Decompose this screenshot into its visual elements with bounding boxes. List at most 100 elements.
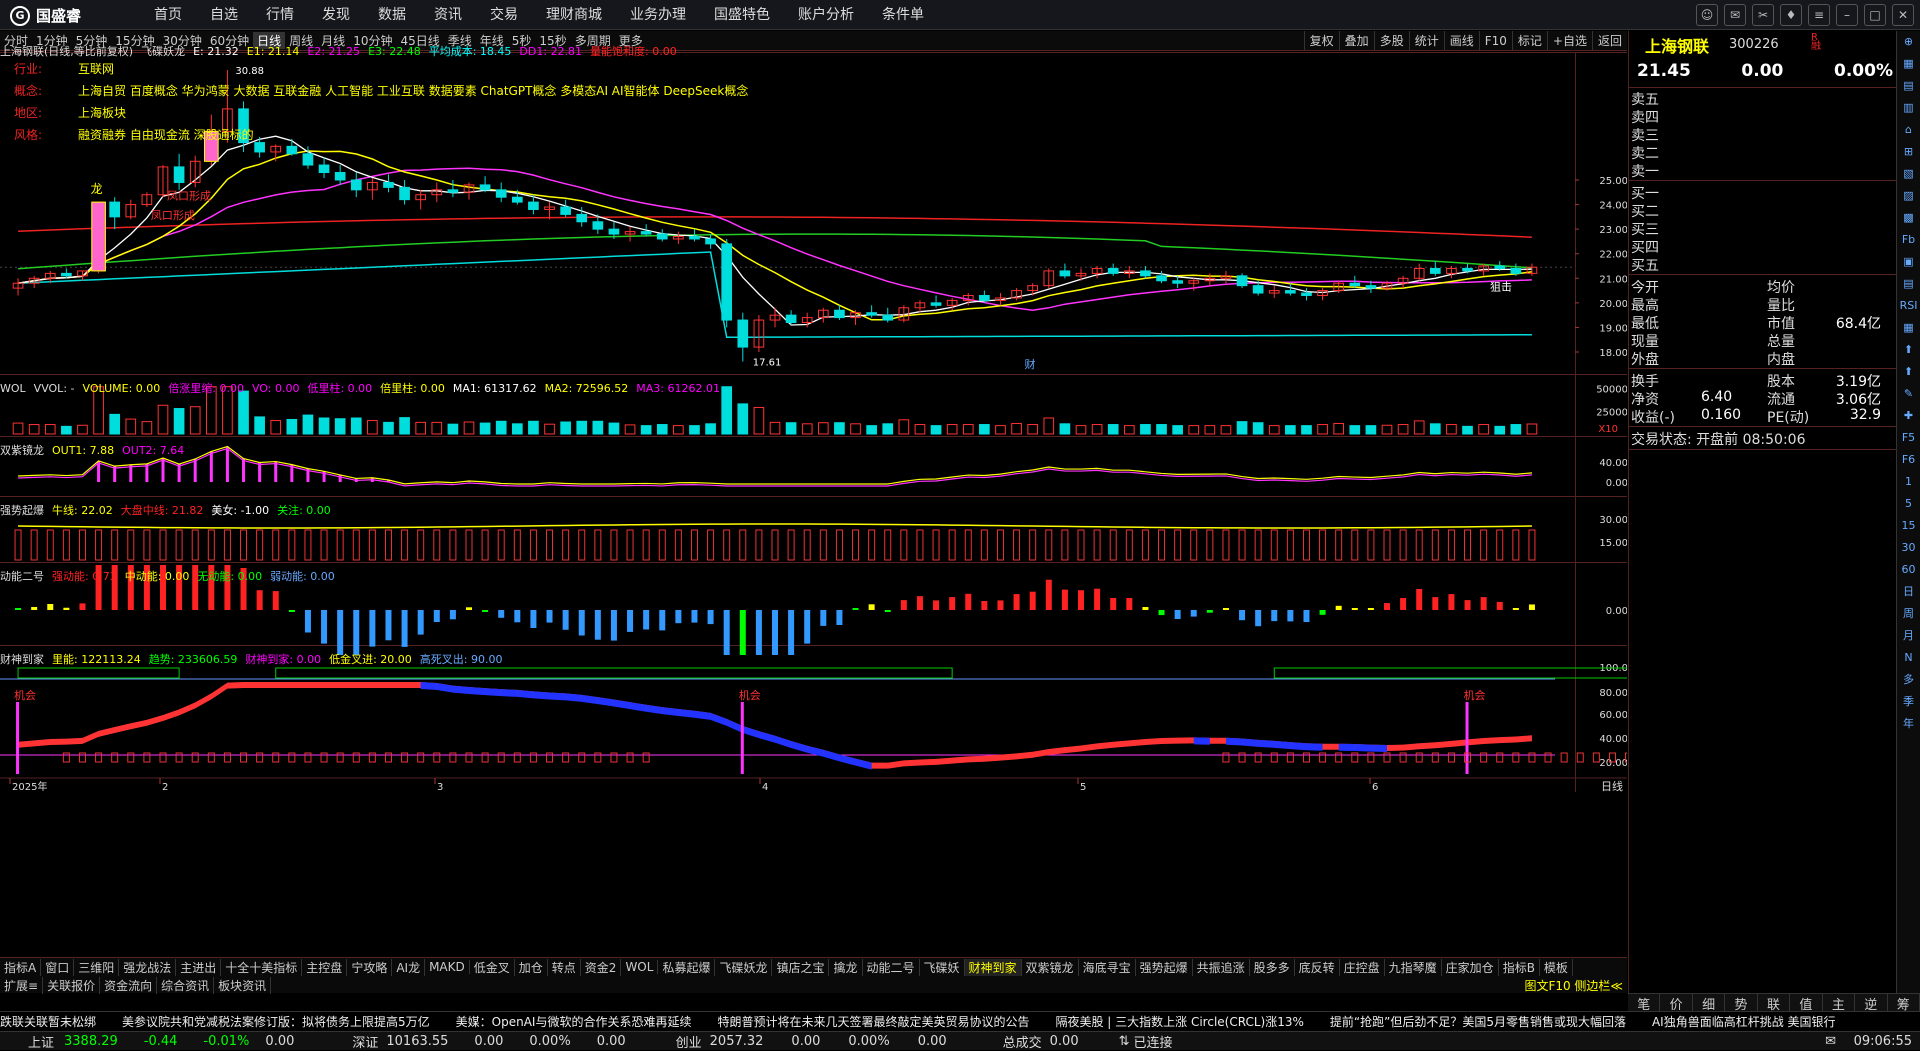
- quote-tab[interactable]: 势: [1725, 994, 1757, 1011]
- indicator-tab[interactable]: WOL: [621, 960, 658, 974]
- side-tool-icon[interactable]: ▤: [1897, 273, 1920, 295]
- indicator-tab[interactable]: 主控盘: [302, 959, 347, 976]
- indicator-tab[interactable]: 私募起爆: [658, 959, 715, 976]
- menu-icon[interactable]: ≡: [1808, 4, 1830, 26]
- side-tool-icon[interactable]: 季: [1897, 691, 1920, 713]
- info-tab[interactable]: 关联报价: [43, 977, 100, 994]
- side-tool-icon[interactable]: ⬆: [1897, 339, 1920, 361]
- maximize-icon[interactable]: □: [1864, 4, 1886, 26]
- buy-level[interactable]: 买一: [1631, 183, 1881, 201]
- side-tool-icon[interactable]: ⬆: [1897, 361, 1920, 383]
- menu-item[interactable]: 交易: [476, 0, 532, 30]
- news-item[interactable]: 提前“抢跑”但后劲不足？美国5月零售销售或现大幅回落: [1330, 1012, 1626, 1031]
- indicator-tab[interactable]: 九指琴魔: [1385, 959, 1442, 976]
- indicator-tab[interactable]: 底反转: [1295, 959, 1340, 976]
- indicator-tab[interactable]: 强势起爆: [1136, 959, 1193, 976]
- menu-item[interactable]: 国盛特色: [700, 0, 784, 30]
- side-tool-icon[interactable]: ▣: [1897, 251, 1920, 273]
- side-tool-icon[interactable]: ▤: [1897, 75, 1920, 97]
- indicator-tab[interactable]: 低金叉: [470, 959, 515, 976]
- menu-item[interactable]: 条件单: [868, 0, 938, 30]
- indicator-tab[interactable]: 模板: [1540, 959, 1573, 976]
- side-tool-icon[interactable]: Fb: [1897, 229, 1920, 251]
- sh-index-label[interactable]: 上证: [28, 1032, 54, 1051]
- ind3-name[interactable]: 动能二号: [0, 568, 44, 584]
- quote-tab[interactable]: 笔: [1628, 994, 1660, 1011]
- quote-tab[interactable]: 筹: [1888, 994, 1920, 1011]
- quote-tab[interactable]: 价: [1660, 994, 1692, 1011]
- quote-tab[interactable]: 主: [1823, 994, 1855, 1011]
- chart-area[interactable]: 25.0024.0023.0022.0021.0020.0019.0018.00…: [0, 52, 1627, 957]
- indicator-tab[interactable]: 转点: [548, 959, 581, 976]
- quote-tab[interactable]: 细: [1693, 994, 1725, 1011]
- side-tool-icon[interactable]: 5: [1897, 493, 1920, 515]
- indicator-tab[interactable]: 十全十美指标: [221, 959, 302, 976]
- menu-item[interactable]: 账户分析: [784, 0, 868, 30]
- info-tab[interactable]: 扩展≡: [0, 977, 43, 994]
- info-tab[interactable]: 板块资讯: [214, 977, 271, 994]
- indicator-tab[interactable]: 资金2: [581, 959, 622, 976]
- minimize-icon[interactable]: –: [1836, 4, 1858, 26]
- indicator-tab[interactable]: 指标B: [1499, 959, 1540, 976]
- sz-index-label[interactable]: 深证: [352, 1032, 378, 1051]
- sell-level[interactable]: 卖一: [1631, 161, 1881, 179]
- chart-tool-button[interactable]: 返回: [1592, 31, 1627, 51]
- ind4-name[interactable]: 财神到家: [0, 651, 44, 667]
- chart-tool-button[interactable]: F10: [1479, 31, 1512, 51]
- chart-tool-button[interactable]: 统计: [1409, 31, 1444, 51]
- buy-level[interactable]: 买三: [1631, 219, 1881, 237]
- buy-level[interactable]: 买五: [1631, 255, 1881, 273]
- mail-icon[interactable]: ✉: [1724, 4, 1746, 26]
- side-tool-icon[interactable]: ▦: [1897, 317, 1920, 339]
- f10-sidebar-toggle[interactable]: 图文F10 侧边栏≪: [1520, 977, 1627, 994]
- indicator-name[interactable]: 飞碟妖龙: [141, 43, 185, 59]
- side-tool-icon[interactable]: 1: [1897, 471, 1920, 493]
- side-tool-icon[interactable]: ✎: [1897, 383, 1920, 405]
- news-item[interactable]: AI独角兽面临高杠杆挑战 美国银行: [1652, 1012, 1836, 1031]
- side-tool-icon[interactable]: ▦: [1897, 53, 1920, 75]
- chat-icon[interactable]: ☺: [1696, 4, 1718, 26]
- chart-tool-button[interactable]: 复权: [1304, 31, 1339, 51]
- side-tool-icon[interactable]: F6: [1897, 449, 1920, 471]
- side-tool-icon[interactable]: 月: [1897, 625, 1920, 647]
- buy-level[interactable]: 买四: [1631, 237, 1881, 255]
- menu-item[interactable]: 数据: [364, 0, 420, 30]
- side-tool-icon[interactable]: ▥: [1897, 97, 1920, 119]
- buy-level[interactable]: 买二: [1631, 201, 1881, 219]
- volume-name[interactable]: WOL: [0, 382, 26, 395]
- news-item[interactable]: 跌联关联暂未松绑: [0, 1012, 96, 1031]
- ind1-name[interactable]: 双紫镜龙: [0, 442, 44, 458]
- chart-tool-button[interactable]: 画线: [1444, 31, 1479, 51]
- menu-item[interactable]: 自选: [196, 0, 252, 30]
- indicator-tab[interactable]: 指标A: [0, 959, 41, 976]
- message-icon[interactable]: ✉: [1825, 1034, 1836, 1049]
- side-tool-icon[interactable]: ⌂: [1897, 119, 1920, 141]
- indicator-tab[interactable]: 主进出: [176, 959, 221, 976]
- side-tool-icon[interactable]: N: [1897, 647, 1920, 669]
- chart-tool-button[interactable]: +自选: [1547, 31, 1592, 51]
- quote-tab[interactable]: 值: [1790, 994, 1822, 1011]
- quote-tab[interactable]: 逆: [1855, 994, 1887, 1011]
- side-tool-icon[interactable]: ⊕: [1897, 31, 1920, 53]
- sell-level[interactable]: 卖五: [1631, 89, 1881, 107]
- skin-icon[interactable]: ♦: [1780, 4, 1802, 26]
- menu-item[interactable]: 首页: [140, 0, 196, 30]
- menu-item[interactable]: 资讯: [420, 0, 476, 30]
- indicator-tab[interactable]: 强龙战法: [119, 959, 176, 976]
- ind2-name[interactable]: 强势起爆: [0, 502, 44, 518]
- indicator-tab[interactable]: 加仓: [515, 959, 548, 976]
- chart-tool-button[interactable]: 标记: [1512, 31, 1547, 51]
- side-tool-icon[interactable]: ✚: [1897, 405, 1920, 427]
- indicator-tab[interactable]: 双紫镜龙: [1022, 959, 1079, 976]
- news-item[interactable]: 特朗普预计将在未来几天签署最终敲定美英贸易协议的公告: [717, 1012, 1029, 1031]
- side-tool-icon[interactable]: F5: [1897, 427, 1920, 449]
- indicator-tab[interactable]: AI龙: [392, 959, 425, 976]
- indicator-tab[interactable]: 股多多: [1250, 959, 1295, 976]
- chart-tool-button[interactable]: 叠加: [1339, 31, 1374, 51]
- indicator-tab[interactable]: 镇店之宝: [772, 959, 829, 976]
- indicator-tab[interactable]: 动能二号: [863, 959, 920, 976]
- side-tool-icon[interactable]: 多: [1897, 669, 1920, 691]
- news-item[interactable]: 隔夜美股 | 三大指数上涨 Circle(CRCL)涨13%: [1055, 1012, 1303, 1031]
- sell-level[interactable]: 卖二: [1631, 143, 1881, 161]
- indicator-tab[interactable]: 飞碟妖龙: [715, 959, 772, 976]
